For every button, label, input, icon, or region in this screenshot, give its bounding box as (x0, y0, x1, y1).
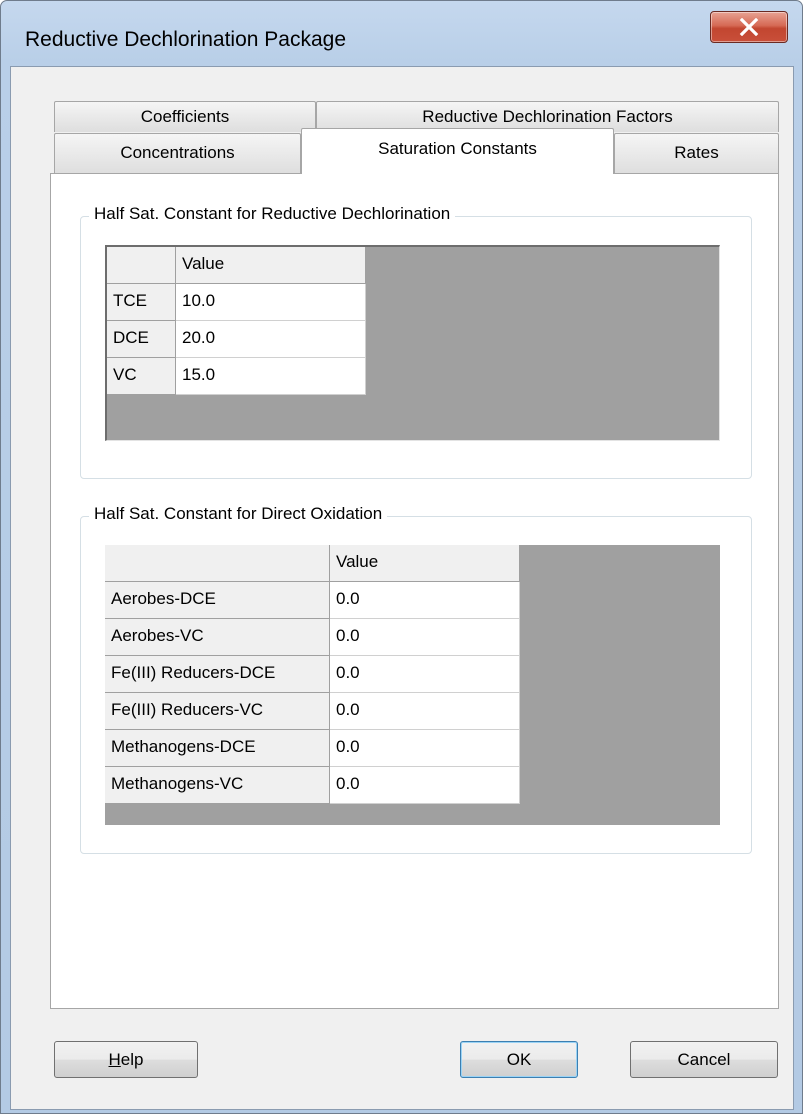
grid-value-cell[interactable]: 10.0 (176, 284, 366, 321)
grid-row-header[interactable]: Aerobes-DCE (105, 582, 330, 619)
grid-reductive-dechlorination[interactable]: Value TCE 10.0 DCE 20.0 VC 15.0 (105, 245, 720, 441)
grid-row-header[interactable]: DCE (107, 321, 176, 358)
grid-row-header[interactable]: TCE (107, 284, 176, 321)
close-button[interactable] (710, 11, 788, 43)
grid-column-header[interactable]: Value (176, 247, 366, 284)
grid-value-cell[interactable]: 0.0 (330, 767, 520, 804)
group-direct-oxidation: Half Sat. Constant for Direct Oxidation … (80, 504, 752, 854)
grid-corner-cell[interactable] (107, 247, 176, 284)
grid-value-cell[interactable]: 20.0 (176, 321, 366, 358)
help-button[interactable]: Help (54, 1041, 198, 1078)
tab-concentrations[interactable]: Concentrations (54, 133, 301, 174)
window-title: Reductive Dechlorination Package (25, 28, 347, 51)
ok-button[interactable]: OK (460, 1041, 578, 1078)
tab-panel-saturation-constants: Half Sat. Constant for Reductive Dechlor… (50, 173, 779, 1009)
tab-saturation-constants[interactable]: Saturation Constants (301, 128, 614, 174)
grid-row-header[interactable]: Fe(III) Reducers-VC (105, 693, 330, 730)
close-icon (739, 18, 759, 36)
group-caption-reductive-dechlorination: Half Sat. Constant for Reductive Dechlor… (89, 204, 456, 224)
tab-rates[interactable]: Rates (614, 133, 779, 174)
group-reductive-dechlorination: Half Sat. Constant for Reductive Dechlor… (80, 204, 752, 479)
grid-row-header[interactable]: Methanogens-DCE (105, 730, 330, 767)
title-bar[interactable]: Reductive Dechlorination Package (1, 1, 802, 65)
grid-value-cell[interactable]: 15.0 (176, 358, 366, 395)
cancel-button[interactable]: Cancel (630, 1041, 778, 1078)
grid-column-header[interactable]: Value (330, 545, 520, 582)
help-button-mnemonic: H (108, 1050, 121, 1069)
grid-value-cell[interactable]: 0.0 (330, 730, 520, 767)
help-button-label: elp (120, 1050, 144, 1069)
grid-row-header[interactable]: Methanogens-VC (105, 767, 330, 804)
grid-row-header[interactable]: VC (107, 358, 176, 395)
grid-value-cell[interactable]: 0.0 (330, 619, 520, 656)
grid-row-header[interactable]: Aerobes-VC (105, 619, 330, 656)
grid-corner-cell[interactable] (105, 545, 330, 582)
dialog-window: Reductive Dechlorination Package Coeffic… (0, 0, 803, 1114)
group-caption-direct-oxidation: Half Sat. Constant for Direct Oxidation (89, 504, 388, 524)
grid-value-cell[interactable]: 0.0 (330, 693, 520, 730)
grid-value-cell[interactable]: 0.0 (330, 656, 520, 693)
grid-direct-oxidation[interactable]: Value Aerobes-DCE 0.0 Aerobes-VC 0.0 Fe(… (105, 545, 720, 825)
dialog-client-area: Coefficients Reductive Dechlorination Fa… (10, 66, 794, 1110)
grid-row-header[interactable]: Fe(III) Reducers-DCE (105, 656, 330, 693)
grid-value-cell[interactable]: 0.0 (330, 582, 520, 619)
tab-coefficients[interactable]: Coefficients (54, 101, 316, 132)
